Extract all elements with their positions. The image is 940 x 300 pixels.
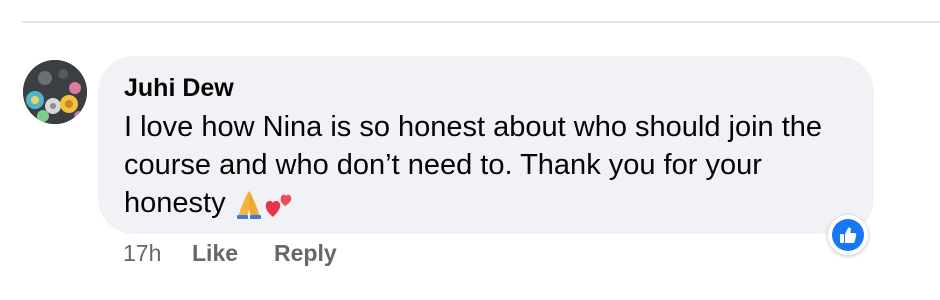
- comment-bubble: Juhi Dew I love how Nina is so honest ab…: [98, 56, 874, 234]
- section-divider: [22, 21, 940, 23]
- like-button[interactable]: Like: [192, 238, 238, 268]
- folded-hands-icon: [236, 191, 261, 220]
- two-hearts-icon: [265, 194, 291, 218]
- reply-button[interactable]: Reply: [274, 238, 337, 268]
- avatar[interactable]: [23, 60, 87, 124]
- comment-text: I love how Nina is so honest about who s…: [124, 111, 823, 219]
- comment-timestamp[interactable]: 17h: [123, 238, 161, 268]
- comment-body: I love how Nina is so honest about who s…: [124, 108, 844, 222]
- comment-author[interactable]: Juhi Dew: [124, 74, 234, 103]
- thumbs-up-icon: [840, 227, 857, 243]
- like-reaction-circle: [832, 219, 864, 251]
- avatar-image: [23, 60, 87, 124]
- like-reaction-badge[interactable]: [828, 215, 868, 255]
